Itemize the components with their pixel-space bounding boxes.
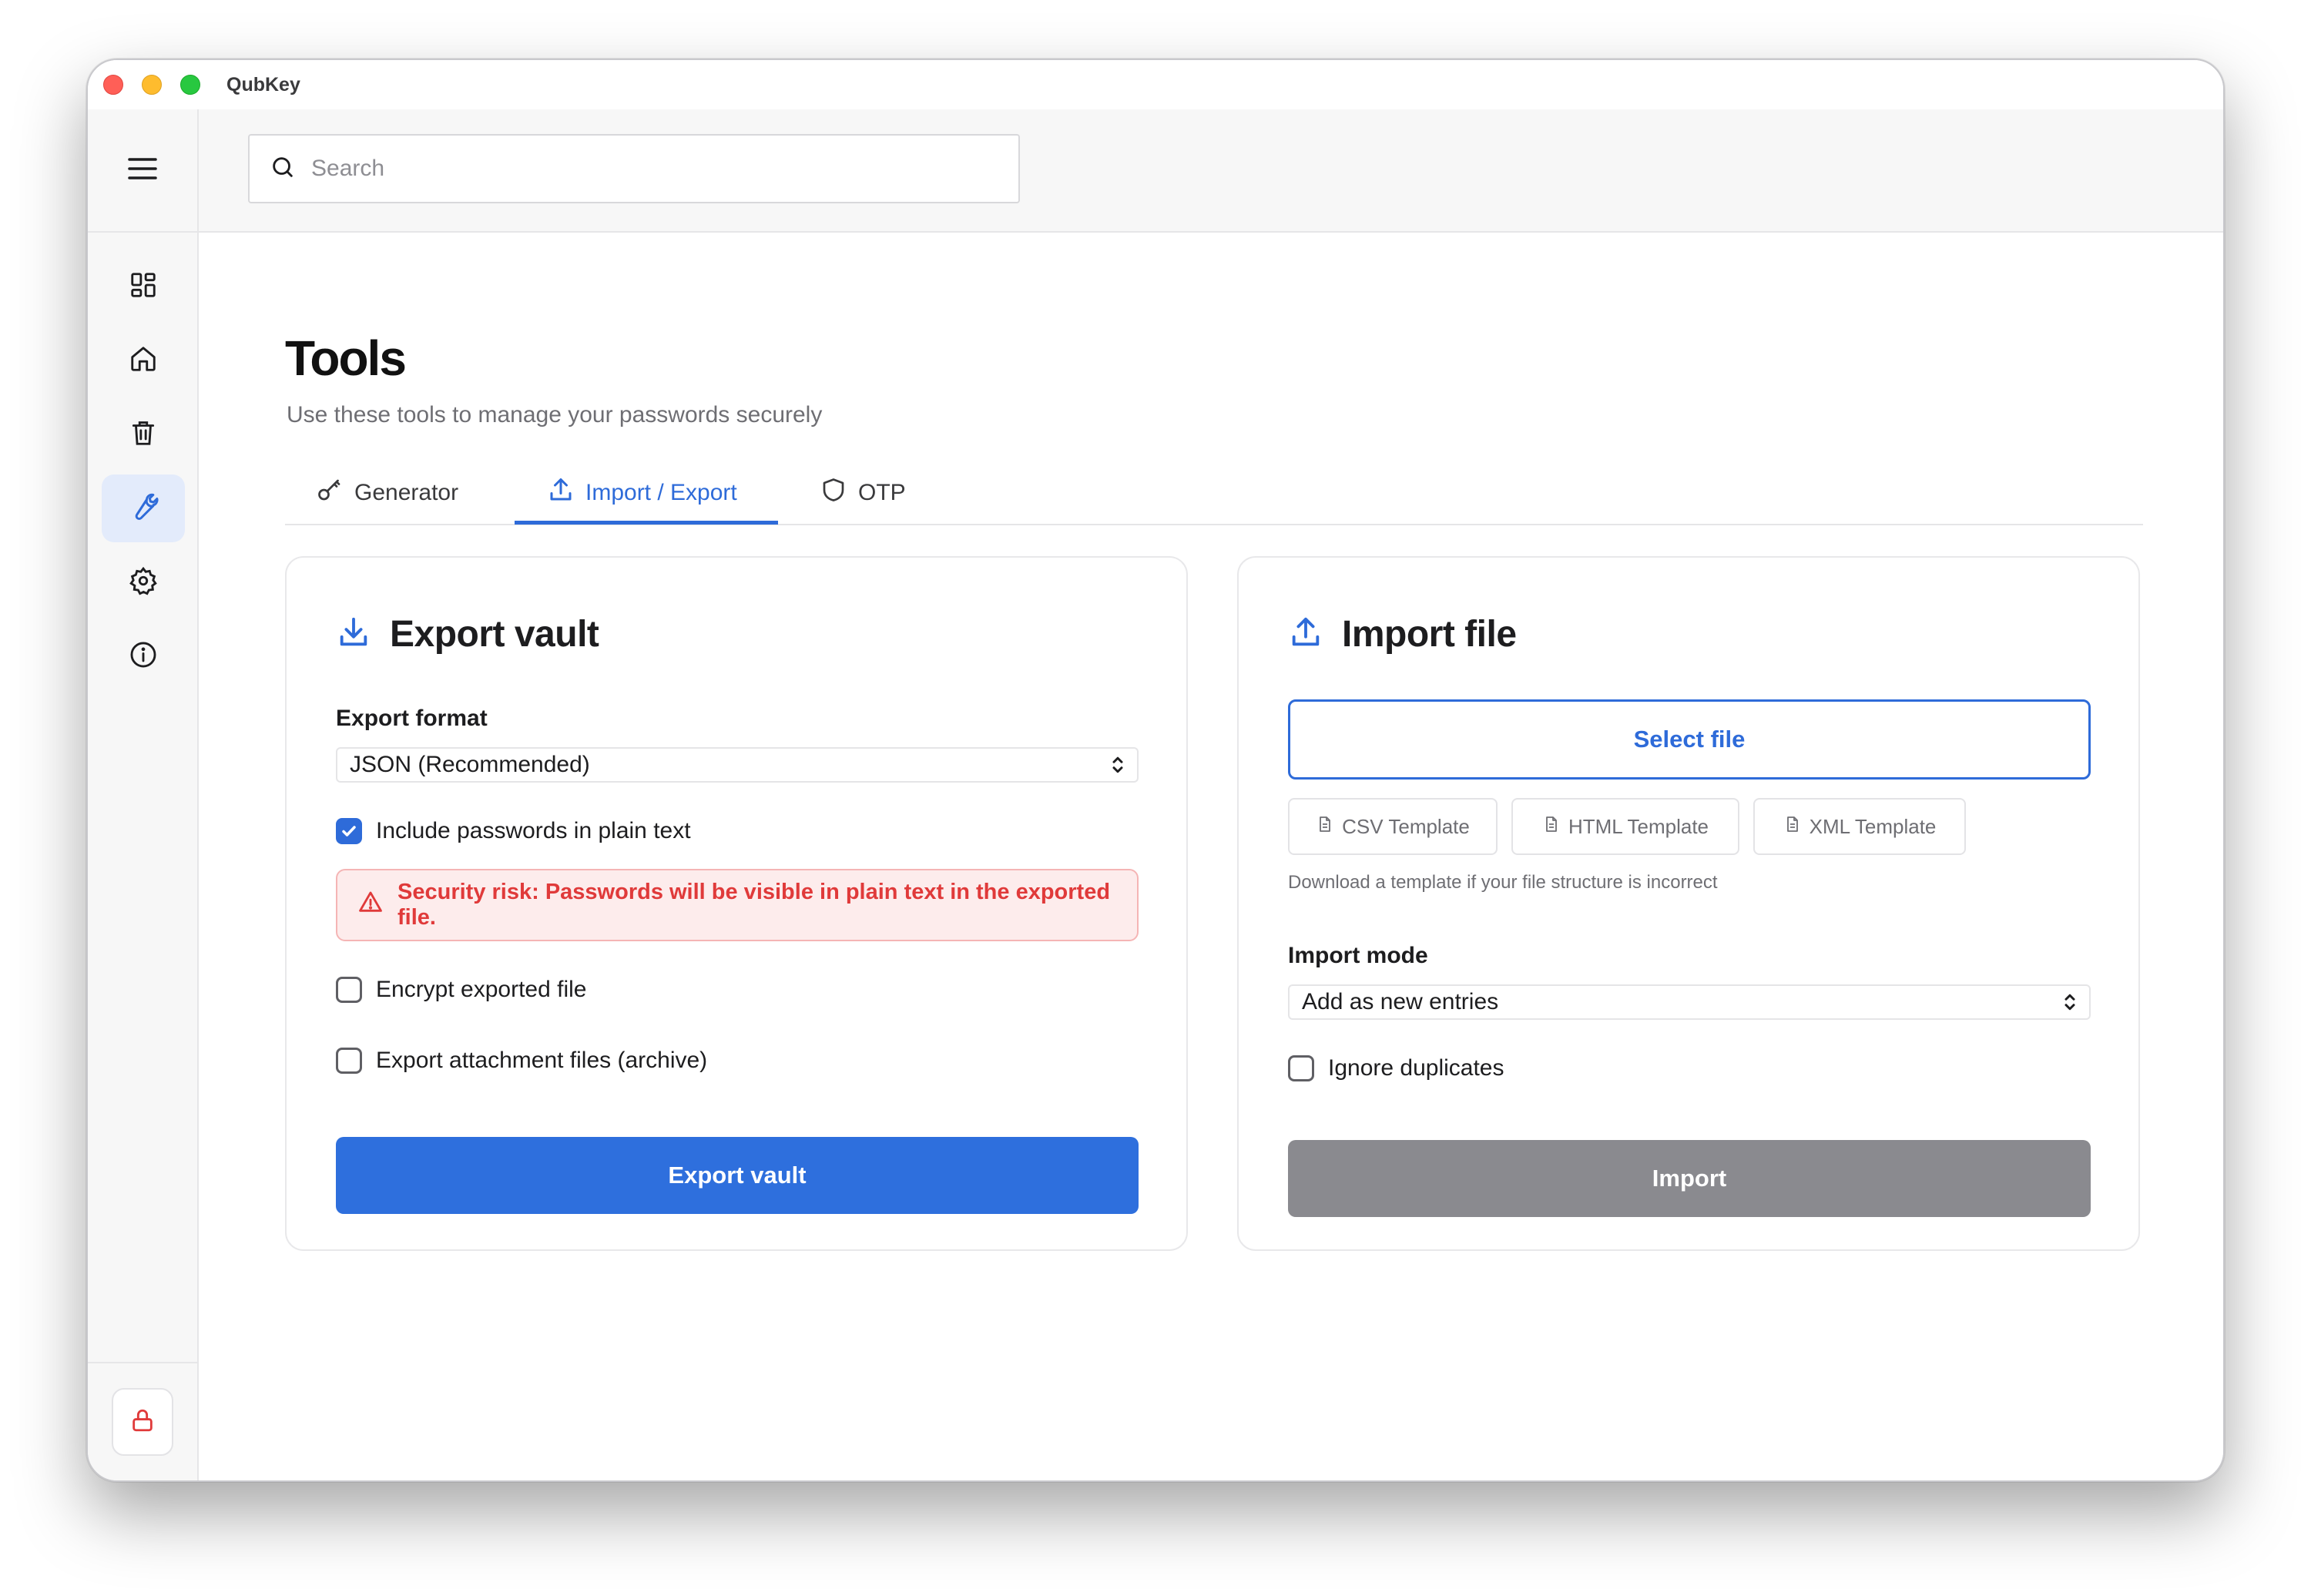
ignore-duplicates-checkbox[interactable] bbox=[1288, 1055, 1314, 1081]
active-tab-indicator bbox=[515, 521, 778, 525]
encrypt-option[interactable]: Encrypt exported file bbox=[336, 977, 586, 1003]
upload-icon bbox=[1288, 615, 1323, 654]
document-icon bbox=[1316, 814, 1334, 840]
sidebar-item-about[interactable] bbox=[102, 622, 185, 690]
select-file-button[interactable]: Select file bbox=[1288, 699, 2091, 780]
lock-vault-button[interactable] bbox=[112, 1388, 173, 1456]
warning-triangle-icon bbox=[357, 889, 384, 921]
tab-otp[interactable]: OTP bbox=[820, 461, 906, 525]
lock-icon bbox=[129, 1407, 156, 1437]
encrypt-checkbox[interactable] bbox=[336, 977, 362, 1003]
html-template-label: HTML Template bbox=[1568, 814, 1709, 838]
export-format-label: Export format bbox=[336, 706, 488, 731]
select-chevron-icon bbox=[2058, 991, 2081, 1020]
main-content: Tools Use these tools to manage your pas… bbox=[199, 233, 2223, 1480]
csv-template-label: CSV Template bbox=[1342, 814, 1470, 838]
import-mode-value: Add as new entries bbox=[1302, 989, 1499, 1014]
key-icon bbox=[316, 476, 344, 510]
import-button[interactable]: Import bbox=[1288, 1140, 2091, 1217]
close-window-button[interactable] bbox=[103, 75, 123, 95]
tab-generator[interactable]: Generator bbox=[316, 461, 458, 525]
sidebar-item-dashboard[interactable] bbox=[102, 253, 185, 320]
export-attachments-option[interactable]: Export attachment files (archive) bbox=[336, 1048, 707, 1074]
export-attachments-label: Export attachment files (archive) bbox=[376, 1048, 708, 1073]
xml-template-label: XML Template bbox=[1809, 814, 1937, 838]
import-card-header: Import file bbox=[1288, 613, 1517, 656]
import-mode-label: Import mode bbox=[1288, 943, 1428, 968]
grid-icon bbox=[129, 270, 158, 303]
select-chevron-icon bbox=[1106, 753, 1129, 783]
export-vault-button[interactable]: Export vault bbox=[336, 1137, 1139, 1214]
sidebar-item-home[interactable] bbox=[102, 327, 185, 394]
import-card-title: Import file bbox=[1342, 614, 1517, 655]
export-vault-card: Export vault Export format JSON (Recomme… bbox=[285, 556, 1188, 1251]
document-icon bbox=[1542, 814, 1561, 840]
hamburger-menu-icon[interactable] bbox=[127, 156, 158, 185]
tab-import-export[interactable]: Import / Export bbox=[547, 461, 737, 525]
tab-otp-label: OTP bbox=[858, 480, 906, 505]
wrench-icon bbox=[128, 491, 159, 526]
page-subtitle: Use these tools to manage your passwords… bbox=[287, 402, 823, 428]
export-format-select[interactable]: JSON (Recommended) bbox=[336, 747, 1139, 783]
app-title: QubKey bbox=[226, 73, 300, 96]
gear-icon bbox=[129, 566, 158, 599]
security-warning-banner: Security risk: Passwords will be visible… bbox=[336, 869, 1139, 941]
tab-generator-label: Generator bbox=[354, 480, 459, 505]
tab-import-export-label: Import / Export bbox=[585, 480, 737, 505]
shield-icon bbox=[820, 476, 847, 510]
csv-template-button[interactable]: CSV Template bbox=[1288, 798, 1498, 855]
document-icon bbox=[1783, 814, 1802, 840]
ignore-duplicates-option[interactable]: Ignore duplicates bbox=[1288, 1055, 1504, 1081]
import-mode-select[interactable]: Add as new entries bbox=[1288, 984, 2091, 1020]
export-card-header: Export vault bbox=[336, 613, 599, 656]
sidebar-header bbox=[88, 109, 197, 233]
zoom-window-button[interactable] bbox=[180, 75, 200, 95]
title-bar: QubKey bbox=[88, 60, 2223, 109]
export-card-title: Export vault bbox=[390, 614, 599, 655]
minimize-window-button[interactable] bbox=[142, 75, 162, 95]
app-window: QubKey Search Tools Use these tools to m… bbox=[86, 59, 2225, 1482]
info-icon bbox=[129, 640, 158, 673]
html-template-button[interactable]: HTML Template bbox=[1511, 798, 1739, 855]
include-passwords-checkbox[interactable] bbox=[336, 818, 362, 844]
encrypt-label: Encrypt exported file bbox=[376, 977, 587, 1002]
import-file-card: Import file Select file CSV Template HTM… bbox=[1237, 556, 2140, 1251]
sidebar-item-tools[interactable] bbox=[102, 474, 185, 542]
download-icon bbox=[336, 615, 371, 654]
top-bar bbox=[199, 109, 2223, 233]
search-icon bbox=[250, 154, 296, 184]
search-input[interactable] bbox=[311, 156, 974, 182]
xml-template-button[interactable]: XML Template bbox=[1753, 798, 1966, 855]
page-title: Tools bbox=[285, 330, 407, 386]
sidebar-item-trash[interactable] bbox=[102, 401, 185, 468]
sidebar bbox=[88, 109, 199, 1480]
tab-bar: Generator Import / Export OTP bbox=[285, 461, 2143, 525]
window-controls bbox=[103, 75, 200, 95]
home-icon bbox=[129, 344, 158, 377]
search-box[interactable] bbox=[248, 134, 1020, 203]
export-format-value: JSON (Recommended) bbox=[350, 752, 590, 777]
template-hint: Download a template if your file structu… bbox=[1288, 872, 1718, 893]
upload-icon bbox=[547, 476, 575, 510]
include-passwords-option[interactable]: Include passwords in plain text bbox=[336, 818, 691, 844]
sidebar-footer bbox=[88, 1362, 197, 1480]
sidebar-item-settings[interactable] bbox=[102, 548, 185, 616]
security-warning-text: Security risk: Passwords will be visible… bbox=[397, 880, 1111, 930]
trash-icon bbox=[129, 418, 158, 451]
ignore-duplicates-label: Ignore duplicates bbox=[1328, 1055, 1504, 1081]
export-attachments-checkbox[interactable] bbox=[336, 1048, 362, 1074]
include-passwords-label: Include passwords in plain text bbox=[376, 818, 691, 843]
